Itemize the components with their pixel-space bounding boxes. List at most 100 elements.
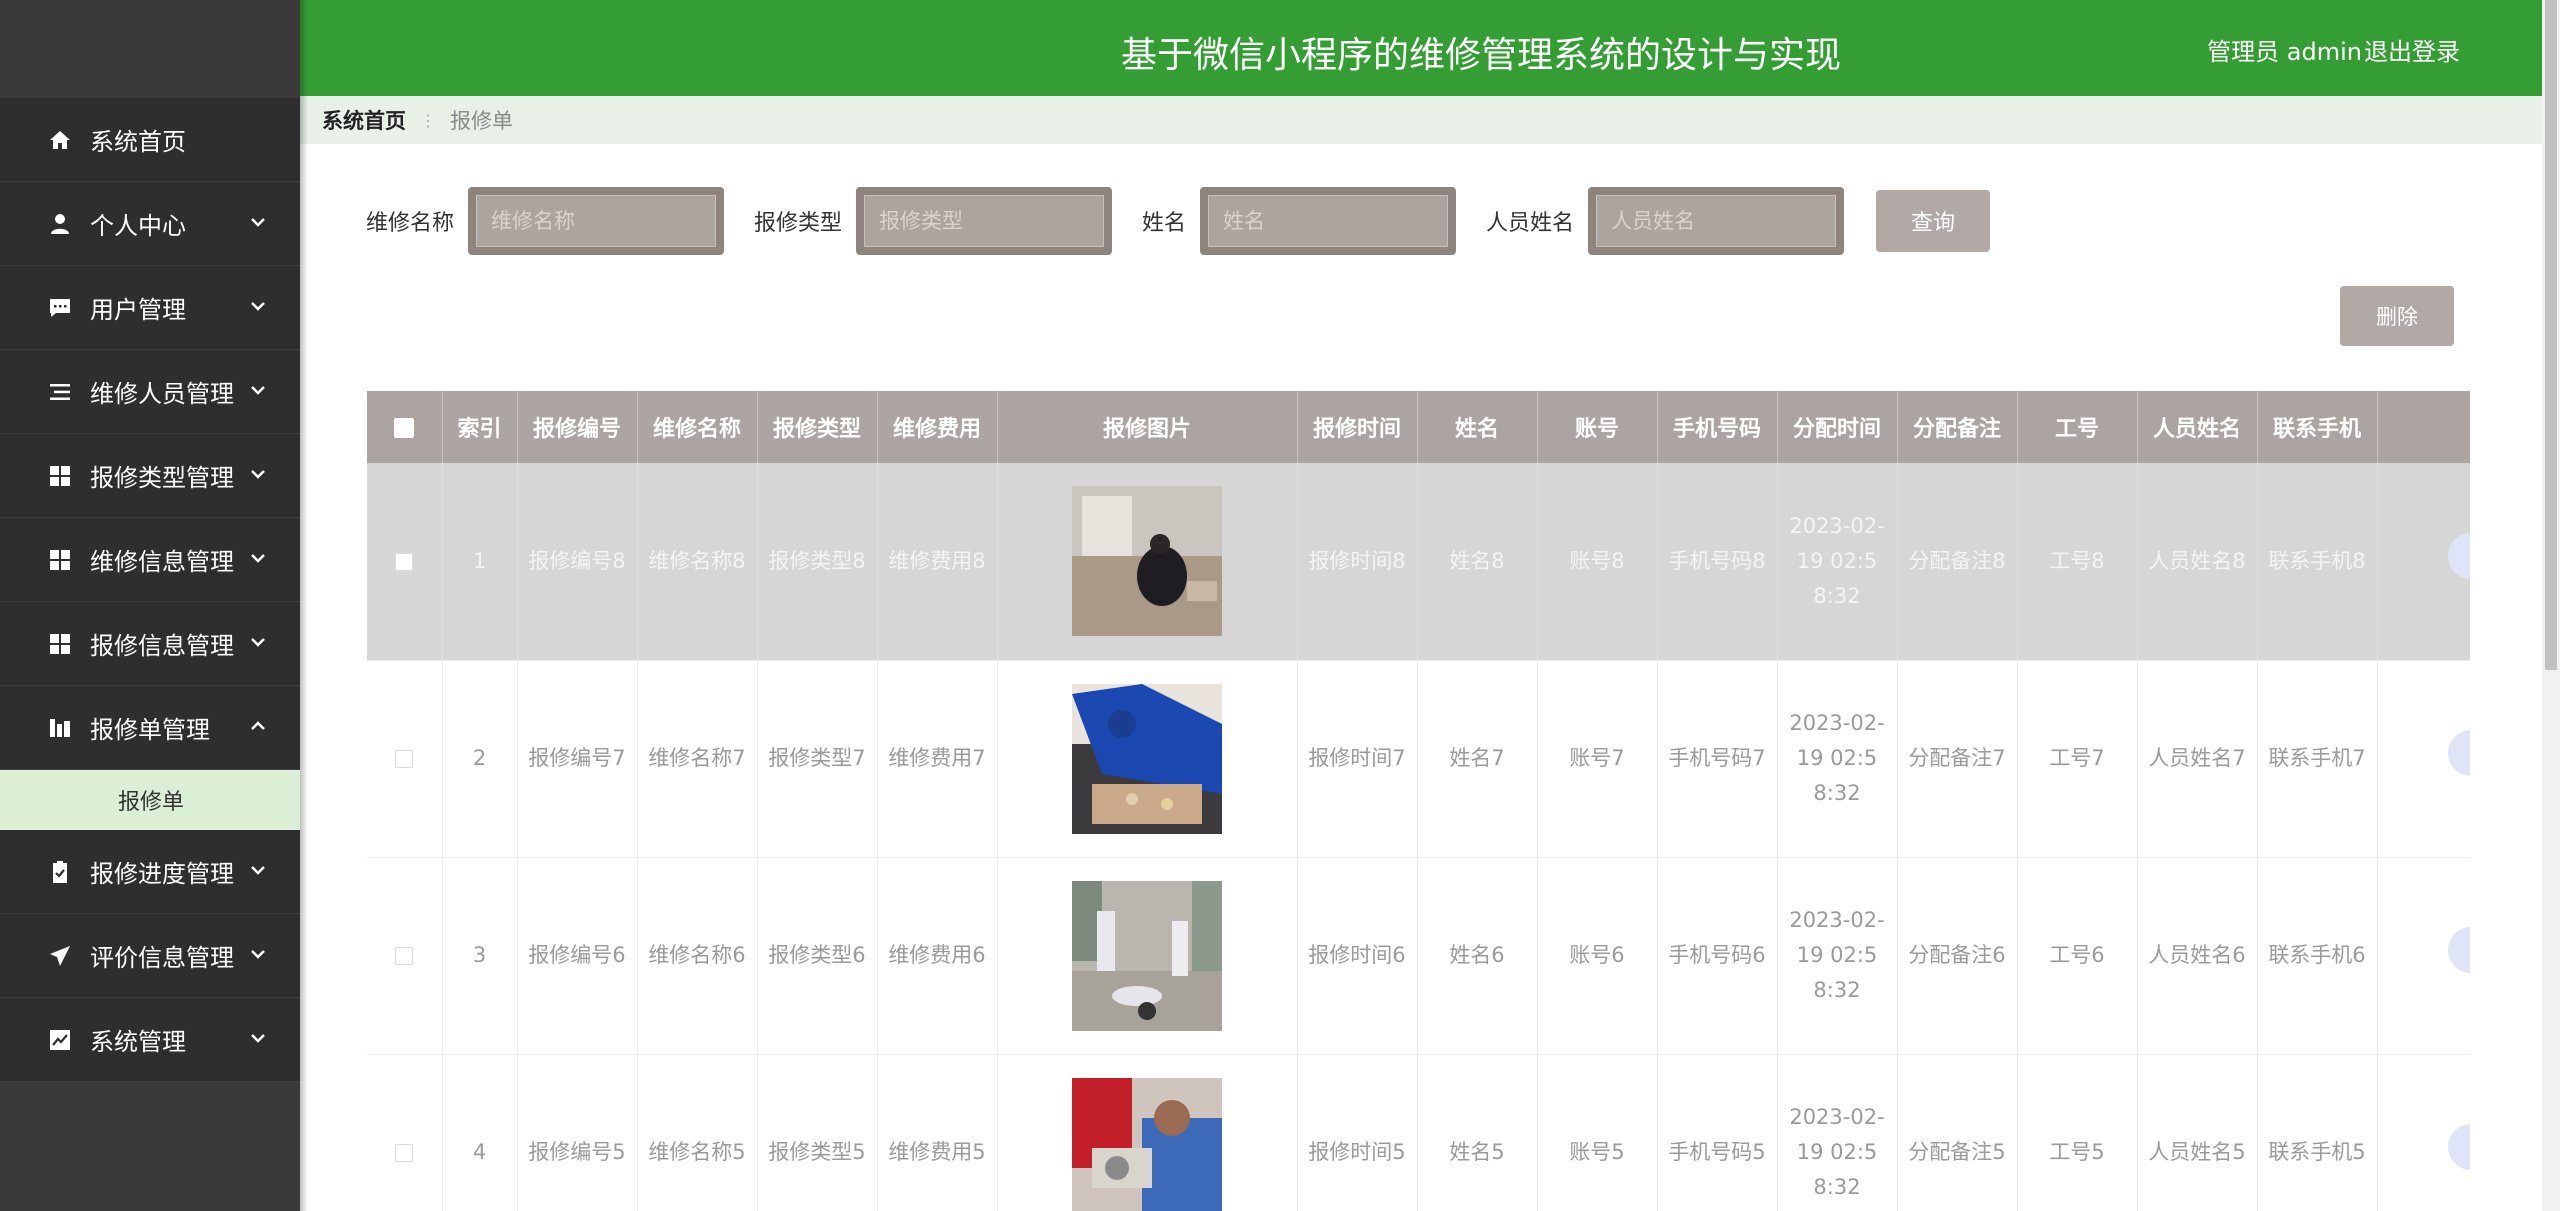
sidebar-item-personal[interactable]: 个人中心 <box>0 182 300 266</box>
row-checkbox[interactable] <box>395 750 414 768</box>
sidebar-item-label: 报修进度管理 <box>90 860 234 888</box>
repair-photo-thumbnail[interactable] <box>1072 1077 1222 1211</box>
select-all-checkbox[interactable] <box>394 417 415 438</box>
sidebar-item-system[interactable]: 系统管理 <box>0 998 300 1082</box>
column-header[interactable]: 人员姓名 <box>2137 391 2258 463</box>
table-row[interactable]: 4 报修编号5 维修名称5 报修类型5 维修费用5 报修时间5 姓名5 账号5 … <box>367 1054 2470 1211</box>
sidebar-item-staff[interactable]: 维修人员管理 <box>0 350 300 434</box>
column-header[interactable]: 报修类型 <box>757 391 878 463</box>
cell-assign-time: 2023-02-19 02:58:32 <box>1777 1054 1898 1211</box>
repair-photo-thumbnail[interactable] <box>1072 486 1222 637</box>
top-header: 基于微信小程序的维修管理系统的设计与实现 管理员 admin 退出登录 <box>300 0 2542 96</box>
cell-name: 维修名称6 <box>637 857 758 1055</box>
staff-name-input[interactable] <box>1596 195 1837 247</box>
sidebar-item-reviews[interactable]: 评价信息管理 <box>0 914 300 998</box>
row-checkbox[interactable] <box>395 947 414 965</box>
cell-person: 姓名8 <box>1417 463 1538 661</box>
column-header[interactable]: 报修时间 <box>1297 391 1418 463</box>
query-button[interactable]: 查询 <box>1876 190 1991 252</box>
scrollbar-thumb[interactable] <box>2545 0 2557 670</box>
search-bar: 维修名称 报修类型 姓名 人员姓名 查询 <box>366 186 1991 256</box>
column-header[interactable]: 联系手机 <box>2257 391 2378 463</box>
page-scrollbar[interactable] <box>2542 0 2560 1211</box>
column-header[interactable]: 分配时间 <box>1777 391 1898 463</box>
submenu-item-order[interactable]: 报修单 <box>0 770 300 830</box>
repair-photo-thumbnail[interactable] <box>1072 880 1222 1031</box>
cell-person: 姓名7 <box>1417 660 1538 858</box>
column-header[interactable]: 账号 <box>1537 391 1658 463</box>
cell-account: 账号6 <box>1537 857 1658 1055</box>
row-checkbox[interactable] <box>395 552 414 571</box>
table-row[interactable]: 1 报修编号8 维修名称8 报修类型8 维修费用8 报修时间8 姓名8 账号8 … <box>367 463 2470 661</box>
delete-button[interactable]: 删除 <box>2340 286 2454 346</box>
chevron-down-icon <box>248 942 268 962</box>
sidebar-item-label: 报修信息管理 <box>90 632 234 660</box>
cell-assign-note: 分配备注7 <box>1897 660 2018 858</box>
name-input[interactable] <box>1208 195 1449 247</box>
operation-button[interactable] <box>2447 730 2470 776</box>
cell-contact: 联系手机8 <box>2257 463 2378 661</box>
cell-job-no: 工号6 <box>2017 857 2138 1055</box>
cell-staff-name: 人员姓名5 <box>2137 1054 2258 1211</box>
sidebar-item-report-info[interactable]: 报修信息管理 <box>0 602 300 686</box>
logout-link[interactable]: 退出登录 <box>2364 32 2460 67</box>
cell-assign-time: 2023-02-19 02:58:32 <box>1777 463 1898 661</box>
sidebar-item-home[interactable]: 系统首页 <box>0 98 300 182</box>
column-header[interactable]: 手机号码 <box>1657 391 1778 463</box>
sidebar-item-label: 系统管理 <box>90 1028 186 1056</box>
select-all-header <box>367 391 443 463</box>
repair-name-input[interactable] <box>476 195 717 247</box>
column-header[interactable]: 分配备注 <box>1897 391 2018 463</box>
sidebar: 系统首页 个人中心 用户管理 维修人员管理 报修类型管理 维修信息管理 报修信息… <box>0 0 300 1211</box>
cell-time: 报修时间5 <box>1297 1054 1418 1211</box>
column-header[interactable]: 工号 <box>2017 391 2138 463</box>
repair-photo-thumbnail[interactable] <box>1072 683 1222 834</box>
user-icon <box>48 212 72 236</box>
cell-code: 报修编号8 <box>517 463 638 661</box>
sidebar-item-repair-info[interactable]: 维修信息管理 <box>0 518 300 602</box>
column-header[interactable]: 维修费用 <box>877 391 998 463</box>
sidebar-item-orders[interactable]: 报修单管理 <box>0 686 300 770</box>
cell-phone: 手机号码5 <box>1657 1054 1778 1211</box>
search-label-report-type: 报修类型 <box>754 211 843 236</box>
chat-icon <box>48 296 72 320</box>
operation-button[interactable] <box>2447 532 2470 579</box>
cell-code: 报修编号5 <box>517 1054 638 1211</box>
chevron-down-icon <box>248 1026 268 1046</box>
send-icon <box>48 944 72 968</box>
table-row[interactable]: 3 报修编号6 维修名称6 报修类型6 维修费用6 报修时间6 姓名6 账号6 … <box>367 857 2470 1055</box>
search-label-staff-name: 人员姓名 <box>1486 211 1575 236</box>
sidebar-logo-area <box>0 0 300 98</box>
operation-button[interactable] <box>2447 927 2470 973</box>
column-header[interactable]: 报修编号 <box>517 391 638 463</box>
column-header[interactable]: 报修图片 <box>997 391 1298 463</box>
cell-type: 报修类型6 <box>757 857 878 1055</box>
cell-operations <box>2377 660 2470 858</box>
table-row[interactable]: 2 报修编号7 维修名称7 报修类型7 维修费用7 报修时间7 姓名7 账号7 … <box>367 660 2470 858</box>
table-header-row: 索引 报修编号 维修名称 报修类型 维修费用 报修图片 报修时间 姓名 账号 手… <box>367 391 2470 463</box>
sidebar-item-users[interactable]: 用户管理 <box>0 266 300 350</box>
line-chart-icon <box>48 1028 72 1052</box>
sidebar-item-repair-types[interactable]: 报修类型管理 <box>0 434 300 518</box>
report-type-input[interactable] <box>864 195 1105 247</box>
column-header[interactable]: 索引 <box>442 391 518 463</box>
sidebar-item-label: 报修类型管理 <box>90 464 234 492</box>
cell-staff-name: 人员姓名7 <box>2137 660 2258 858</box>
home-icon <box>48 128 72 152</box>
sidebar-item-progress[interactable]: 报修进度管理 <box>0 830 300 914</box>
column-header[interactable]: 维修名称 <box>637 391 758 463</box>
column-header[interactable]: 姓名 <box>1417 391 1538 463</box>
cell-name: 维修名称8 <box>637 463 758 661</box>
breadcrumb-home[interactable]: 系统首页 <box>322 105 406 135</box>
row-checkbox[interactable] <box>395 1144 414 1162</box>
cell-type: 报修类型8 <box>757 463 878 661</box>
chevron-down-icon <box>248 294 268 314</box>
cell-type: 报修类型5 <box>757 1054 878 1211</box>
grid-icon <box>48 632 72 656</box>
cell-image <box>997 660 1298 858</box>
sidebar-item-label: 维修信息管理 <box>90 548 234 576</box>
chevron-down-icon <box>248 210 268 230</box>
operation-button[interactable] <box>2447 1124 2470 1170</box>
cell-staff-name: 人员姓名6 <box>2137 857 2258 1055</box>
data-table: 索引 报修编号 维修名称 报修类型 维修费用 报修图片 报修时间 姓名 账号 手… <box>367 391 2470 1211</box>
